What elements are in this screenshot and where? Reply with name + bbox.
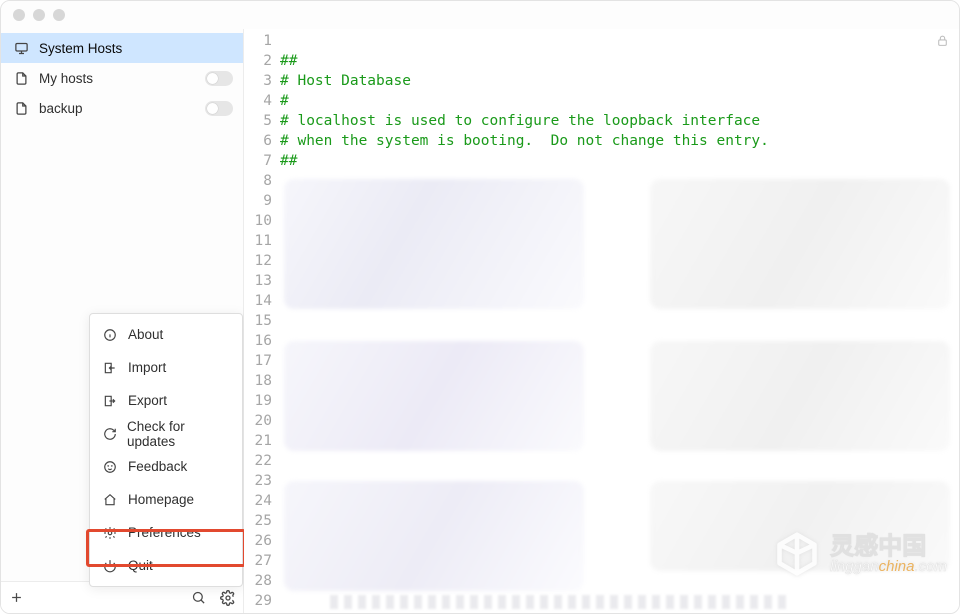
sidebar-item-backup[interactable]: backup bbox=[1, 93, 243, 123]
toggle-switch[interactable] bbox=[205, 101, 233, 116]
sidebar-item-system-hosts[interactable]: System Hosts bbox=[1, 33, 243, 63]
menu-label: Homepage bbox=[128, 492, 194, 507]
menu-import[interactable]: Import bbox=[90, 351, 242, 384]
gear-icon bbox=[102, 525, 118, 541]
menu-label: Check for updates bbox=[127, 419, 230, 449]
info-icon bbox=[102, 327, 118, 343]
monitor-icon bbox=[13, 40, 29, 56]
settings-context-menu: About Import Export bbox=[89, 313, 243, 587]
export-icon bbox=[102, 393, 118, 409]
menu-label: Export bbox=[128, 393, 167, 408]
code-lines: ### Host Database## localhost is used to… bbox=[280, 31, 959, 613]
window-controls bbox=[13, 9, 65, 21]
add-button[interactable] bbox=[1, 582, 31, 613]
redacted-block bbox=[284, 179, 584, 309]
menu-homepage[interactable]: Homepage bbox=[90, 483, 242, 516]
menu-feedback[interactable]: Feedback bbox=[90, 450, 242, 483]
menu-label: Preferences bbox=[128, 525, 201, 540]
code-editor[interactable]: 1234567891011121314151617181920212223242… bbox=[244, 29, 959, 613]
sidebar-item-label: backup bbox=[39, 101, 205, 116]
redacted-block bbox=[650, 179, 950, 309]
close-window-button[interactable] bbox=[13, 9, 25, 21]
redacted-block bbox=[284, 481, 584, 591]
menu-about[interactable]: About bbox=[90, 318, 242, 351]
menu-export[interactable]: Export bbox=[90, 384, 242, 417]
sidebar: System Hosts My hosts bbox=[1, 29, 244, 613]
sidebar-item-label: My hosts bbox=[39, 71, 205, 86]
import-icon bbox=[102, 360, 118, 376]
minimize-window-button[interactable] bbox=[33, 9, 45, 21]
line-gutter: 1234567891011121314151617181920212223242… bbox=[244, 31, 280, 613]
feedback-icon bbox=[102, 459, 118, 475]
editor-pane: 1234567891011121314151617181920212223242… bbox=[244, 29, 959, 613]
menu-label: About bbox=[128, 327, 163, 342]
menu-label: Import bbox=[128, 360, 166, 375]
zoom-window-button[interactable] bbox=[53, 9, 65, 21]
sidebar-item-label: System Hosts bbox=[39, 41, 233, 56]
power-icon bbox=[102, 558, 118, 574]
file-icon bbox=[13, 100, 29, 116]
redacted-block bbox=[284, 341, 584, 451]
titlebar bbox=[1, 1, 959, 29]
redacted-block bbox=[330, 595, 790, 609]
menu-check-updates[interactable]: Check for updates bbox=[90, 417, 242, 450]
app-window: System Hosts My hosts bbox=[0, 0, 960, 614]
sidebar-item-my-hosts[interactable]: My hosts bbox=[1, 63, 243, 93]
menu-quit[interactable]: Quit bbox=[90, 549, 242, 582]
menu-label: Quit bbox=[128, 558, 153, 573]
file-icon bbox=[13, 70, 29, 86]
menu-preferences[interactable]: Preferences bbox=[90, 516, 242, 549]
toggle-switch[interactable] bbox=[205, 71, 233, 86]
refresh-icon bbox=[102, 426, 117, 442]
redacted-block bbox=[650, 341, 950, 451]
redacted-block bbox=[650, 481, 950, 571]
home-icon bbox=[102, 492, 118, 508]
menu-label: Feedback bbox=[128, 459, 187, 474]
